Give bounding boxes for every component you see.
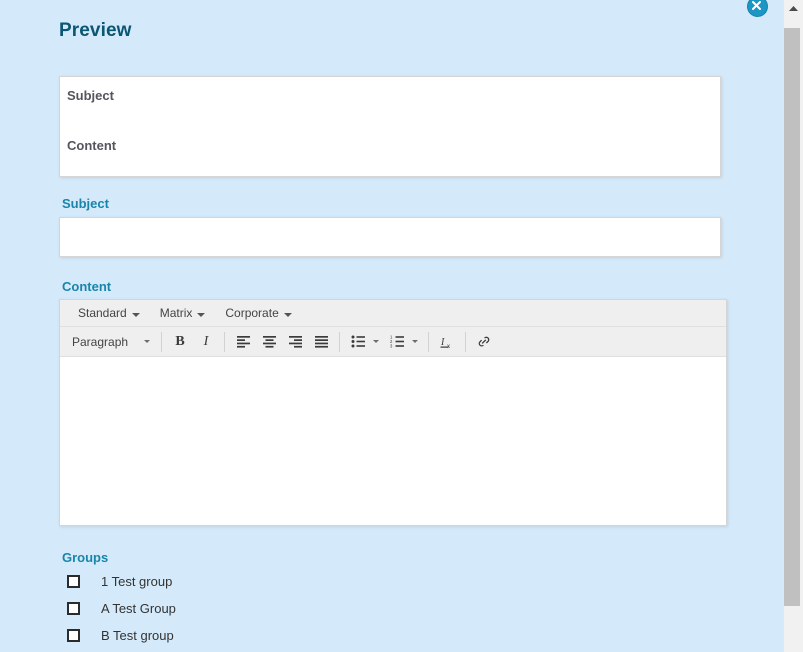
chevron-down-icon (131, 303, 140, 324)
editor-toolbar-menus: Standard Matrix Corporate (60, 300, 726, 327)
groups-label: Groups (62, 550, 109, 565)
triangle-up-icon (789, 6, 798, 11)
group-checkbox-0[interactable] (67, 574, 80, 588)
toolbar-divider (465, 331, 466, 352)
numbered-list-button[interactable]: 1 2 3 (384, 330, 423, 354)
preview-dialog: Preview Subject Content Subject Content … (0, 0, 803, 652)
group-item-0[interactable]: 1 Test group (67, 572, 172, 590)
content-editor: Standard Matrix Corporate Paragraph B I (59, 299, 727, 526)
numbered-list-icon: 1 2 3 (390, 335, 404, 348)
toolbar-divider (339, 331, 340, 352)
group-item-1[interactable]: A Test Group (67, 599, 176, 617)
group-label-2: B Test group (101, 627, 174, 643)
preview-subject-text: Subject (67, 88, 114, 103)
remove-format-button[interactable]: I x (434, 330, 460, 354)
chevron-down-icon (144, 340, 150, 343)
toolbar-divider (224, 331, 225, 352)
editor-toolbar-format: Paragraph B I 1 2 3 I x (60, 327, 726, 357)
content-editor-body[interactable] (60, 357, 726, 525)
align-justify-icon (314, 336, 328, 348)
insert-link-button[interactable] (471, 330, 497, 354)
svg-text:x: x (447, 344, 450, 349)
group-label-0: 1 Test group (101, 573, 173, 589)
menu-corporate[interactable]: Corporate (215, 303, 301, 324)
scrollbar-thumb[interactable] (784, 28, 800, 606)
close-icon (752, 1, 761, 10)
preview-content-text: Content (67, 138, 117, 153)
bullet-list-button[interactable] (345, 330, 384, 354)
remove-format-icon: I x (440, 337, 450, 349)
paragraph-style-value: Paragraph (72, 334, 129, 349)
group-label-1: A Test Group (101, 600, 176, 616)
menu-corporate-label: Corporate (225, 305, 279, 320)
subject-label: Subject (62, 196, 109, 211)
page-title: Preview (59, 20, 132, 41)
svg-text:I: I (440, 337, 445, 348)
vertical-scrollbar[interactable] (783, 0, 803, 652)
chevron-down-icon (283, 303, 292, 324)
group-item-2[interactable]: B Test group (67, 626, 174, 644)
align-justify-button[interactable] (308, 330, 334, 354)
toolbar-divider (428, 331, 429, 352)
align-center-button[interactable] (256, 330, 282, 354)
menu-matrix[interactable]: Matrix (150, 303, 216, 324)
svg-text:3: 3 (390, 344, 393, 348)
italic-button[interactable]: I (193, 330, 219, 354)
menu-standard-label: Standard (78, 305, 127, 320)
paragraph-style-select[interactable]: Paragraph (64, 330, 156, 354)
menu-matrix-label: Matrix (159, 305, 193, 320)
preview-panel: Subject Content (59, 76, 721, 177)
chevron-down-icon (197, 303, 206, 324)
align-center-icon (262, 336, 276, 348)
chevron-down-icon (412, 340, 418, 343)
toolbar-divider (161, 331, 162, 352)
group-checkbox-1[interactable] (67, 601, 80, 615)
align-left-icon (236, 336, 250, 348)
link-icon (478, 336, 490, 346)
align-right-button[interactable] (282, 330, 308, 354)
close-button[interactable] (747, 0, 768, 17)
menu-standard[interactable]: Standard (68, 303, 150, 324)
scrollbar-up-button[interactable] (784, 0, 803, 17)
bullet-list-icon (351, 335, 365, 348)
group-checkbox-2[interactable] (67, 628, 80, 642)
bold-button[interactable]: B (167, 330, 193, 354)
content-label: Content (62, 279, 112, 294)
chevron-down-icon (373, 340, 379, 343)
subject-input[interactable] (59, 217, 721, 257)
align-right-icon (288, 336, 302, 348)
align-left-button[interactable] (230, 330, 256, 354)
